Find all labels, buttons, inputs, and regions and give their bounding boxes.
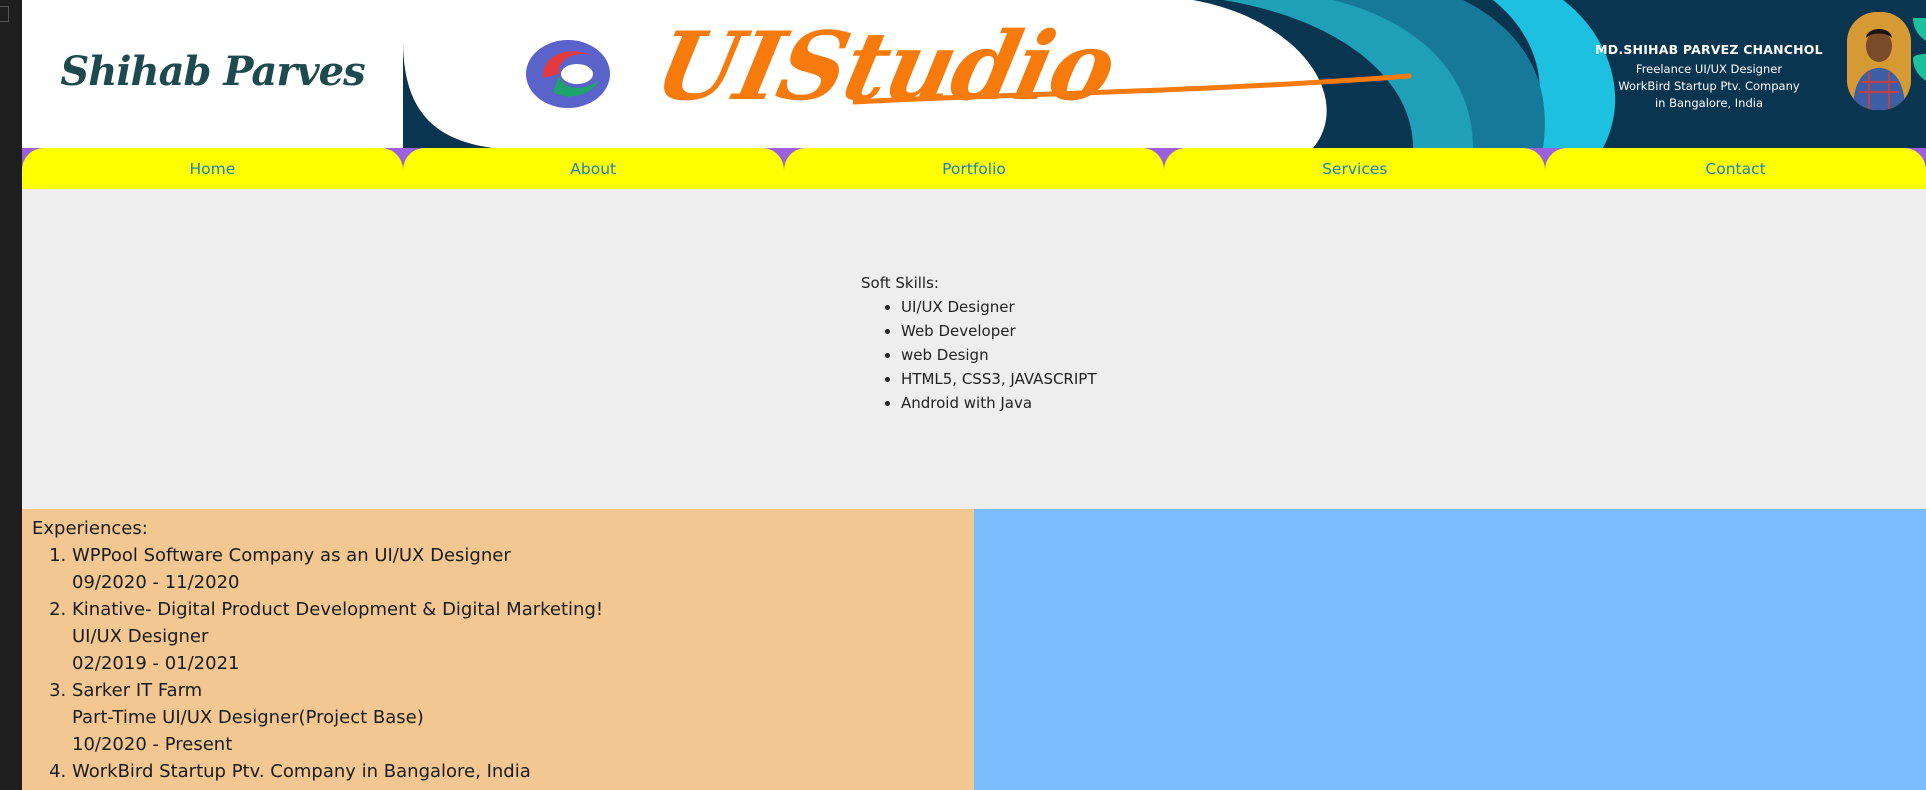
nav-link-home[interactable]: Home: [22, 148, 403, 189]
profile-company: WorkBird Startup Ptv. Company: [1618, 79, 1800, 93]
experience-line: Sarker IT Farm: [72, 680, 203, 701]
right-panel: [974, 509, 1926, 790]
experience-item: Kinative- Digital Product Development & …: [72, 596, 603, 677]
skills-list: UI/UX Designer Web Developer web Design …: [861, 295, 1097, 415]
webpage: Shihab Parves UIStudio MD.SHIHAB PARVEZ …: [22, 0, 1926, 790]
experience-line: 10/2020 - Present: [72, 734, 233, 755]
skill-item: Android with Java: [901, 391, 1097, 415]
nav-item-home: Home: [22, 148, 403, 189]
logo-box: Shihab Parves: [22, 0, 403, 148]
experience-item: Sarker IT Farm Part-Time UI/UX Designer(…: [72, 677, 603, 758]
nav-link-services[interactable]: Services: [1164, 148, 1546, 189]
header-banner: UIStudio MD.SHIHAB PARVEZ CHANCHOL Freel…: [403, 0, 1926, 148]
experience-line: WorkBird Startup Ptv. Company in Bangalo…: [72, 761, 531, 782]
nav-link-contact[interactable]: Contact: [1545, 148, 1926, 189]
skill-item: HTML5, CSS3, JAVASCRIPT: [901, 367, 1097, 391]
experience-block: Experiences: WPPool Software Company as …: [32, 515, 603, 785]
experience-line: WPPool Software Company as an UI/UX Desi…: [72, 545, 511, 566]
profile-card: MD.SHIHAB PARVEZ CHANCHOL Freelance UI/U…: [1589, 42, 1829, 112]
experience-line: UI/UX Designer: [72, 626, 209, 647]
skills-title: Soft Skills:: [861, 274, 939, 292]
nav-item-about: About: [402, 148, 784, 189]
nav-item-portfolio: Portfolio: [783, 148, 1165, 189]
skill-item: web Design: [901, 343, 1097, 367]
nav-link-about[interactable]: About: [402, 148, 784, 189]
profile-location: in Bangalore, India: [1654, 96, 1764, 110]
header: Shihab Parves UIStudio MD.SHIHAB PARVEZ …: [22, 0, 1926, 148]
signature-logo[interactable]: Shihab Parves: [22, 0, 403, 148]
experience-list: WPPool Software Company as an UI/UX Desi…: [32, 542, 603, 785]
experience-item: WorkBird Startup Ptv. Company in Bangalo…: [72, 758, 603, 785]
avatar-photo: [1847, 12, 1911, 110]
studio-logo-icon: [526, 40, 610, 108]
experience-line: Kinative- Digital Product Development & …: [72, 599, 604, 620]
banner-accent-shape: [1913, 18, 1926, 81]
skill-item: Web Developer: [901, 319, 1097, 343]
brand-swash: [853, 73, 1412, 105]
experience-line: Part-Time UI/UX Designer(Project Base): [72, 707, 424, 728]
avatar: [1847, 12, 1911, 110]
profile-role: Freelance UI/UX Designer: [1635, 62, 1783, 76]
experience-line: 09/2020 - 11/2020: [72, 572, 240, 593]
main-nav: Home About Portfolio Services Contact: [22, 148, 1926, 189]
experience-section: Experiences: WPPool Software Company as …: [22, 509, 974, 790]
skills-section: Soft Skills: UI/UX Designer Web Develope…: [22, 189, 1926, 509]
experience-line: 02/2019 - 01/2021: [72, 653, 240, 674]
profile-name: MD.SHIHAB PARVEZ CHANCHOL: [1595, 42, 1823, 57]
nav-item-services: Services: [1164, 148, 1546, 189]
nav-item-contact: Contact: [1545, 148, 1926, 189]
edge-marker: [0, 6, 9, 22]
experience-title: Experiences:: [32, 518, 148, 539]
editor-edge: [0, 0, 22, 790]
skills-block: Soft Skills: UI/UX Designer Web Develope…: [861, 271, 1097, 415]
nav-link-portfolio[interactable]: Portfolio: [783, 148, 1165, 189]
experience-item: WPPool Software Company as an UI/UX Desi…: [72, 542, 603, 596]
skill-item: UI/UX Designer: [901, 295, 1097, 319]
